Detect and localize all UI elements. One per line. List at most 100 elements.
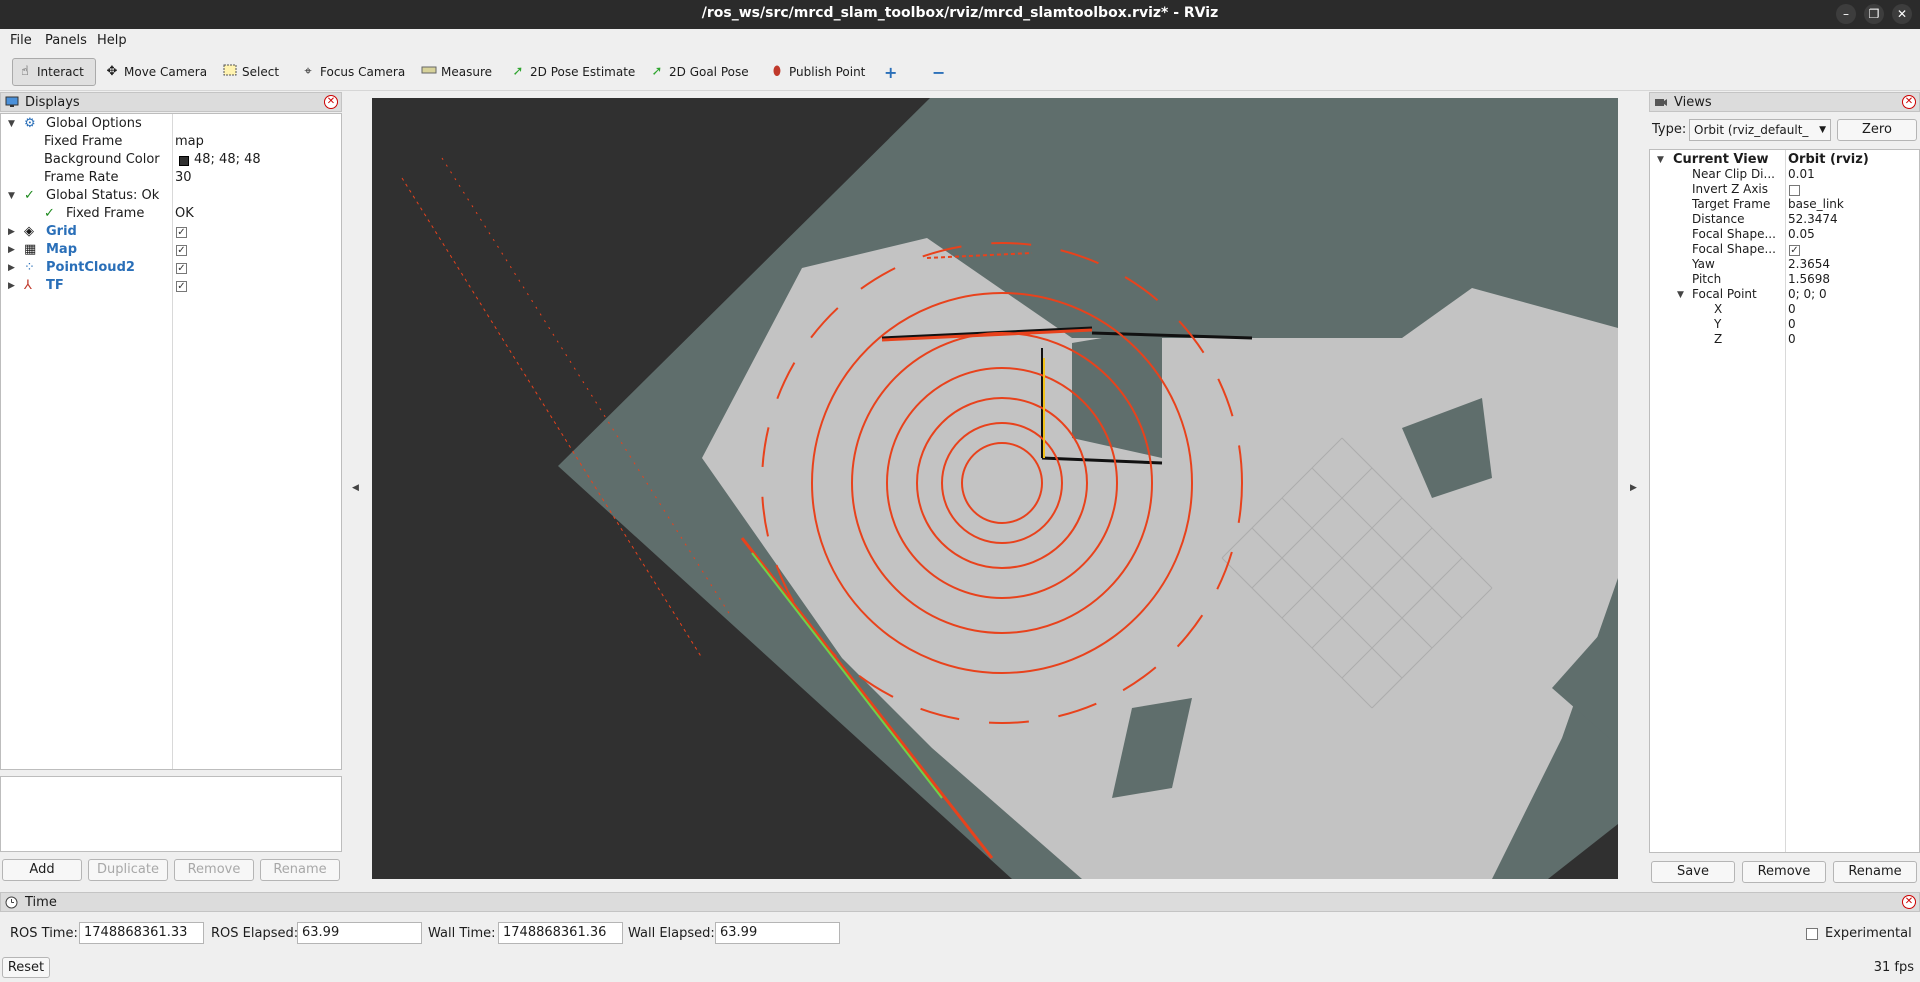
close-time-icon[interactable]: ✕ [1902, 895, 1916, 909]
time-title: Time [25, 894, 57, 910]
global-status-row[interactable]: ▼ ✓ Global Status: Ok [1, 188, 341, 206]
views-panel-header: Views ✕ [1649, 92, 1920, 112]
menu-panels[interactable]: Panels [45, 33, 87, 48]
slam-map-render[interactable] [372, 98, 1618, 879]
grid-checkbox[interactable]: ✓ [176, 227, 187, 238]
window-title: /ros_ws/src/mrcd_slam_toolbox/rviz/mrcd_… [701, 5, 1219, 21]
hand-pointer-icon: ☝ [21, 64, 29, 79]
window-titlebar: /ros_ws/src/mrcd_slam_toolbox/rviz/mrcd_… [0, 0, 1920, 29]
move-arrows-icon: ✥ [106, 64, 118, 79]
display-item-pointcloud2[interactable]: ▶ ⁘ PointCloud2 ✓ [1, 260, 341, 278]
green-arrow-icon: ➚ [512, 64, 524, 79]
views-title: Views [1674, 94, 1712, 110]
displays-title: Displays [25, 94, 80, 110]
menu-help[interactable]: Help [97, 33, 127, 48]
fixed-frame-row[interactable]: Fixed Frame map [1, 134, 341, 152]
close-displays-icon[interactable]: ✕ [324, 95, 338, 109]
display-item-grid[interactable]: ▶ ◈ Grid ✓ [1, 224, 341, 242]
displays-tree: ▼ ⚙ Global Options Fixed Frame map Backg… [0, 113, 342, 770]
measure-tool-button[interactable]: Measure [417, 58, 496, 86]
wall-elapsed-field[interactable]: 63.99 [715, 922, 840, 944]
display-item-map[interactable]: ▶ ▦ Map ✓ [1, 242, 341, 260]
remove-view-button[interactable]: Remove [1742, 861, 1826, 883]
fps-counter: 31 fps [1873, 960, 1914, 975]
wall-time-field[interactable]: 1748868361.36 [498, 922, 623, 944]
experimental-label: Experimental [1825, 926, 1912, 941]
camera-icon [1654, 96, 1668, 108]
remove-tool-button[interactable]: − [928, 58, 949, 86]
minus-icon: − [932, 62, 946, 82]
minimize-button[interactable]: – [1836, 4, 1856, 24]
time-panel-header: Time ✕ [0, 892, 1920, 912]
reset-button[interactable]: Reset [2, 957, 50, 978]
focal-shape-checkbox[interactable]: ✓ [1789, 245, 1800, 256]
map-icon: ▦ [24, 242, 37, 257]
view-type-select[interactable]: Orbit (rviz_default_ ▼ [1689, 119, 1831, 141]
pose-estimate-tool-button[interactable]: ➚ 2D Pose Estimate [506, 58, 639, 86]
collapse-right-icon[interactable]: ▶ [1630, 483, 1637, 493]
displays-panel-header: Displays ✕ [0, 92, 342, 112]
move-camera-tool-button[interactable]: ✥ Move Camera [100, 58, 211, 86]
goal-pose-tool-button[interactable]: ➚ 2D Goal Pose [645, 58, 753, 86]
select-tool-button[interactable]: Select [218, 58, 283, 86]
grid-icon: ◈ [24, 224, 34, 239]
collapse-left-icon[interactable]: ◀ [352, 483, 359, 493]
collapse-arrow-icon[interactable]: ▶ [8, 281, 18, 291]
zero-view-button[interactable]: Zero [1837, 119, 1917, 141]
view-prop-row[interactable]: Z 0 [1650, 332, 1919, 350]
publish-point-tool-button[interactable]: ⬮ Publish Point [765, 58, 869, 86]
invert-z-checkbox[interactable] [1789, 185, 1800, 196]
interact-tool-button[interactable]: ☝ Interact [12, 58, 96, 86]
add-display-button[interactable]: Add [2, 859, 82, 881]
rename-view-button[interactable]: Rename [1833, 861, 1917, 883]
gear-icon: ⚙ [24, 116, 36, 131]
background-color-row[interactable]: Background Color 48; 48; 48 [1, 152, 341, 170]
checkmark-icon: ✓ [44, 206, 55, 221]
close-views-icon[interactable]: ✕ [1902, 95, 1916, 109]
collapse-arrow-icon[interactable]: ▶ [8, 263, 18, 273]
duplicate-display-button[interactable]: Duplicate [88, 859, 168, 881]
crosshair-icon: ⌖ [304, 64, 312, 79]
collapse-arrow-icon[interactable]: ▶ [8, 227, 18, 237]
ros-time-field[interactable]: 1748868361.33 [79, 922, 204, 944]
color-swatch[interactable] [179, 156, 189, 166]
focus-camera-tool-button[interactable]: ⌖ Focus Camera [296, 58, 409, 86]
clock-icon [5, 896, 19, 909]
display-item-tf[interactable]: ▶ ⅄ TF ✓ [1, 278, 341, 296]
window-controls: – ❐ ✕ [1836, 4, 1912, 24]
pointcloud2-checkbox[interactable]: ✓ [176, 263, 187, 274]
status-fixed-frame-row[interactable]: ✓ Fixed Frame OK [1, 206, 341, 224]
rename-display-button[interactable]: Rename [260, 859, 340, 881]
global-options-row[interactable]: ▼ ⚙ Global Options [1, 116, 341, 134]
green-arrow-icon: ➚ [651, 64, 663, 79]
maximize-button[interactable]: ❐ [1864, 4, 1884, 24]
ros-elapsed-field[interactable]: 63.99 [297, 922, 422, 944]
map-obstacle-block [1072, 328, 1162, 458]
expand-arrow-icon[interactable]: ▼ [1657, 155, 1667, 165]
menu-bar: File Panels Help [0, 29, 1920, 52]
tf-checkbox[interactable]: ✓ [176, 281, 187, 292]
map-checkbox[interactable]: ✓ [176, 245, 187, 256]
expand-arrow-icon[interactable]: ▼ [8, 191, 18, 201]
expand-arrow-icon[interactable]: ▼ [8, 119, 18, 129]
tool-bar: ☝ Interact ✥ Move Camera Select ⌖ Focus … [0, 52, 1920, 91]
experimental-checkbox[interactable] [1806, 928, 1818, 940]
chevron-down-icon: ▼ [1819, 125, 1826, 135]
close-window-button[interactable]: ✕ [1892, 4, 1912, 24]
ruler-icon [421, 64, 437, 80]
add-tool-button[interactable]: + [880, 58, 901, 86]
views-tree: ▼ Current View Orbit (rviz) Near Clip Di… [1649, 149, 1920, 853]
collapse-arrow-icon[interactable]: ▶ [8, 245, 18, 255]
frame-rate-row[interactable]: Frame Rate 30 [1, 170, 341, 188]
tf-axes-icon: ⅄ [24, 278, 32, 293]
remove-display-button[interactable]: Remove [174, 859, 254, 881]
save-view-button[interactable]: Save [1651, 861, 1735, 883]
menu-file[interactable]: File [10, 33, 32, 48]
monitor-icon [5, 96, 19, 108]
view-type-label: Type: [1652, 122, 1687, 137]
expand-arrow-icon[interactable]: ▼ [1677, 290, 1687, 300]
fixed-frame-value[interactable]: map [175, 134, 204, 149]
render-viewport[interactable] [372, 98, 1618, 879]
pointcloud-icon: ⁘ [24, 260, 35, 275]
checkmark-icon: ✓ [24, 188, 35, 203]
